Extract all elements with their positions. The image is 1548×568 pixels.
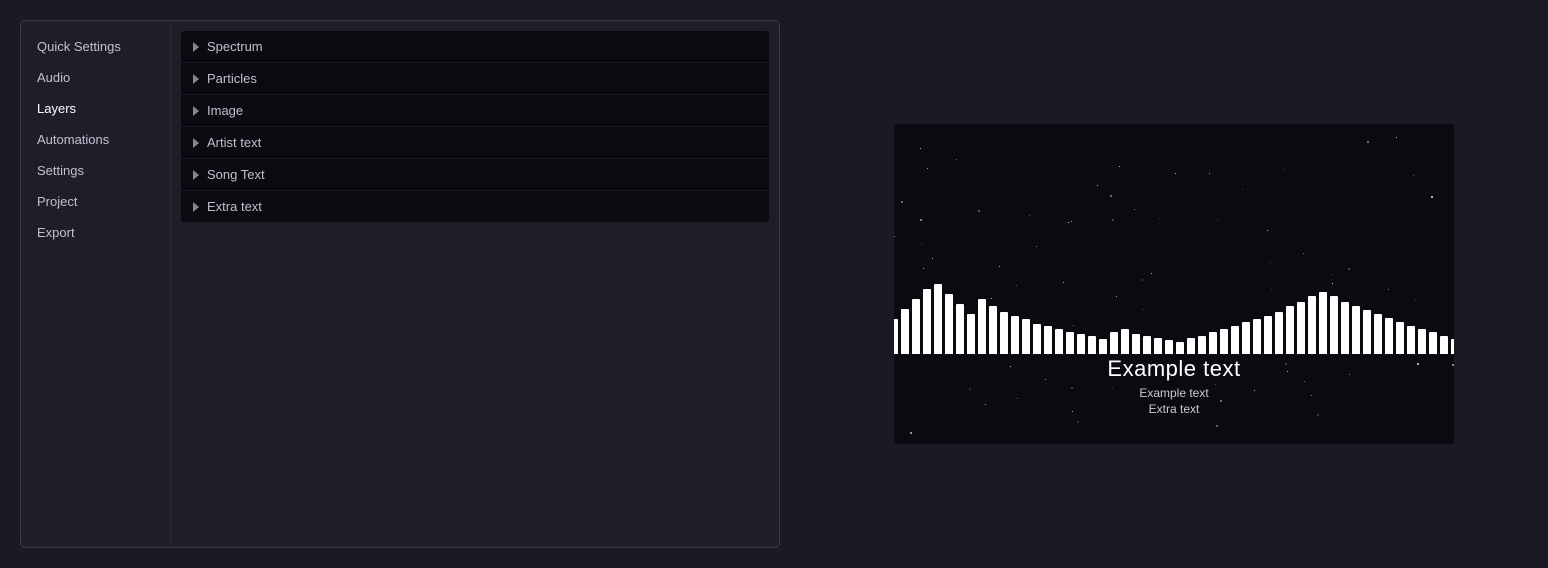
spectrum-bar [967, 314, 975, 354]
spectrum-bar [989, 306, 997, 354]
spectrum-bar [978, 299, 986, 354]
spectrum-bar [1121, 329, 1129, 354]
spectrum-bar [1429, 332, 1437, 354]
spectrum-bar [1319, 292, 1327, 354]
spectrum-bar [1418, 329, 1426, 354]
preview-sub-text: Example text [894, 386, 1454, 400]
spectrum-bar [1143, 336, 1151, 354]
spectrum-bar [1077, 334, 1085, 354]
layer-item-particles[interactable]: Particles [181, 63, 769, 95]
layer-label: Particles [207, 71, 257, 86]
sidebar: Quick SettingsAudioLayersAutomationsSett… [21, 21, 171, 547]
chevron-right-icon [193, 138, 199, 148]
spectrum-bar [1176, 342, 1184, 354]
spectrum-bar [901, 309, 909, 354]
layer-label: Image [207, 103, 243, 118]
chevron-right-icon [193, 170, 199, 180]
spectrum-bar [1187, 338, 1195, 354]
spectrum-bar [1231, 326, 1239, 354]
spectrum-bar [1374, 314, 1382, 354]
sidebar-item-audio[interactable]: Audio [21, 62, 170, 93]
spectrum-bar [1352, 306, 1360, 354]
spectrum-bar [1253, 319, 1261, 354]
spectrum-bar [1330, 296, 1338, 354]
preview-text-container: Example text Example text Extra text [894, 356, 1454, 416]
layer-label: Extra text [207, 199, 262, 214]
spectrum-bar [1363, 310, 1371, 354]
layer-item-spectrum[interactable]: Spectrum [181, 31, 769, 63]
sidebar-item-quick-settings[interactable]: Quick Settings [21, 31, 170, 62]
layer-label: Song Text [207, 167, 265, 182]
sidebar-item-export[interactable]: Export [21, 217, 170, 248]
layer-label: Artist text [207, 135, 261, 150]
sidebar-item-project[interactable]: Project [21, 186, 170, 217]
spectrum-bar [1154, 338, 1162, 354]
spectrum-bar [1011, 316, 1019, 354]
spectrum-bar [1396, 322, 1404, 354]
preview-container: Example text Example text Extra text [820, 104, 1528, 464]
spectrum-bar [1220, 329, 1228, 354]
spectrum-bar [1308, 296, 1316, 354]
spectrum-bar [1132, 334, 1140, 354]
preview-canvas: Example text Example text Extra text [894, 124, 1454, 444]
spectrum-bar [1385, 318, 1393, 354]
layer-item-extra-text[interactable]: Extra text [181, 191, 769, 222]
layer-item-song-text[interactable]: Song Text [181, 159, 769, 191]
spectrum-bar [1407, 326, 1415, 354]
spectrum-bar [1341, 302, 1349, 354]
spectrum-bar [1055, 329, 1063, 354]
spectrum-bar [894, 319, 898, 354]
spectrum-bar [934, 284, 942, 354]
spectrum-bar [1044, 326, 1052, 354]
spectrum-bar [1286, 306, 1294, 354]
sidebar-item-settings[interactable]: Settings [21, 155, 170, 186]
layer-list: Spectrum Particles Image Artist text Song Te… [181, 31, 769, 222]
spectrum-bar [1088, 336, 1096, 354]
layer-item-image[interactable]: Image [181, 95, 769, 127]
spectrum-bar [1022, 319, 1030, 354]
chevron-right-icon [193, 202, 199, 212]
panel: Quick SettingsAudioLayersAutomationsSett… [20, 20, 780, 548]
spectrum-bar [1066, 332, 1074, 354]
sidebar-item-layers[interactable]: Layers [21, 93, 170, 124]
spectrum-bar [1110, 332, 1118, 354]
chevron-right-icon [193, 42, 199, 52]
spectrum-bar [1000, 312, 1008, 354]
spectrum-bar [1209, 332, 1217, 354]
spectrum-bar [1198, 336, 1206, 354]
chevron-right-icon [193, 106, 199, 116]
spectrum-bar [1242, 322, 1250, 354]
spectrum-bar [1451, 339, 1455, 354]
content-area: Spectrum Particles Image Artist text Song Te… [171, 21, 779, 547]
spectrum-bar [945, 294, 953, 354]
chevron-right-icon [193, 74, 199, 84]
spectrum-bar [1440, 336, 1448, 354]
spectrum-bar [1264, 316, 1272, 354]
layer-label: Spectrum [207, 39, 263, 54]
main-container: Quick SettingsAudioLayersAutomationsSett… [0, 0, 1548, 568]
layer-item-artist-text[interactable]: Artist text [181, 127, 769, 159]
spectrum-bar [1033, 324, 1041, 354]
spectrum-bar [956, 304, 964, 354]
spectrum-container [894, 254, 1454, 354]
preview-extra-text: Extra text [894, 402, 1454, 416]
spectrum-bar [923, 289, 931, 354]
spectrum-bar [1165, 340, 1173, 354]
sidebar-item-automations[interactable]: Automations [21, 124, 170, 155]
spectrum-bar [1297, 302, 1305, 354]
preview-main-text: Example text [894, 356, 1454, 382]
spectrum-bar [912, 299, 920, 354]
spectrum-bar [1275, 312, 1283, 354]
spectrum-bar [1099, 339, 1107, 354]
